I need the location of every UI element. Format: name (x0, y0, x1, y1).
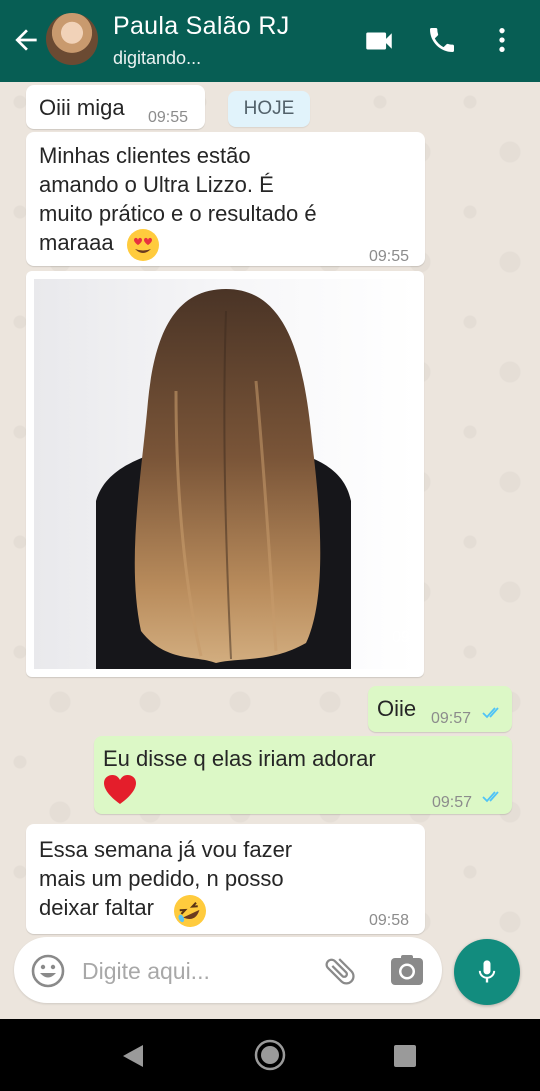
emoji-icon[interactable] (30, 953, 66, 989)
heart-eyes-emoji (127, 229, 159, 261)
phone-icon[interactable] (426, 24, 458, 56)
message-bubble[interactable]: Essa semana já vou fazer mais um pedido,… (26, 824, 425, 934)
date-divider: HOJE (228, 91, 310, 127)
message-text: Oiie (377, 696, 417, 721)
message-time: 09:57 (431, 710, 472, 727)
contact-status: digitando... (113, 48, 202, 68)
message-bubble-outgoing[interactable]: Eu disse q elas iriam adorar 09:57 (94, 736, 512, 814)
chat-area[interactable]: Oiii miga 09:55 HOJE Minhas clientes est… (0, 82, 540, 937)
more-vert-icon[interactable] (486, 24, 518, 56)
mic-button[interactable] (454, 939, 520, 1005)
message-text: Essa semana já vou fazer mais um pedido,… (39, 837, 293, 920)
hair-photo (34, 279, 416, 669)
message-input[interactable]: Digite aqui... (82, 958, 210, 985)
avatar[interactable] (46, 13, 98, 65)
message-bubble[interactable]: Oiii miga 09:55 (26, 85, 205, 129)
message-bubble-outgoing[interactable]: Oiie 09:57 (368, 686, 512, 732)
read-ticks-icon (482, 791, 499, 803)
message-time: 09:58 (369, 912, 410, 929)
read-ticks-icon (482, 707, 499, 719)
message-time: 09:55 (148, 109, 189, 126)
mic-icon (478, 960, 496, 983)
message-composer[interactable]: Digite aqui... (14, 937, 442, 1003)
camera-icon[interactable] (390, 954, 424, 986)
contact-name[interactable]: Paula Salão RJ (113, 12, 290, 41)
nav-back-icon[interactable] (120, 1043, 146, 1069)
video-call-icon[interactable] (362, 24, 396, 58)
system-navigation-bar (0, 1019, 540, 1091)
message-bubble[interactable]: Minhas clientes estão amando o Ultra Liz… (26, 132, 425, 266)
red-heart-emoji (104, 775, 136, 804)
attach-icon[interactable] (322, 953, 358, 989)
message-text: Oiii miga (39, 95, 125, 120)
nav-recents-icon[interactable] (393, 1044, 417, 1068)
message-time: 09:55 (369, 248, 410, 265)
image-time: 09 (392, 629, 410, 646)
message-text: Eu disse q elas iriam adorar (103, 746, 376, 771)
rofl-emoji (174, 895, 206, 927)
message-time: 09:57 (432, 794, 473, 811)
arrow-back-icon[interactable] (10, 24, 42, 56)
chat-header: Paula Salão RJ digitando... (0, 0, 540, 82)
nav-home-icon[interactable] (253, 1038, 287, 1072)
message-text: Minhas clientes estão amando o Ultra Liz… (39, 143, 317, 255)
image-message[interactable]: 09 (26, 271, 424, 677)
